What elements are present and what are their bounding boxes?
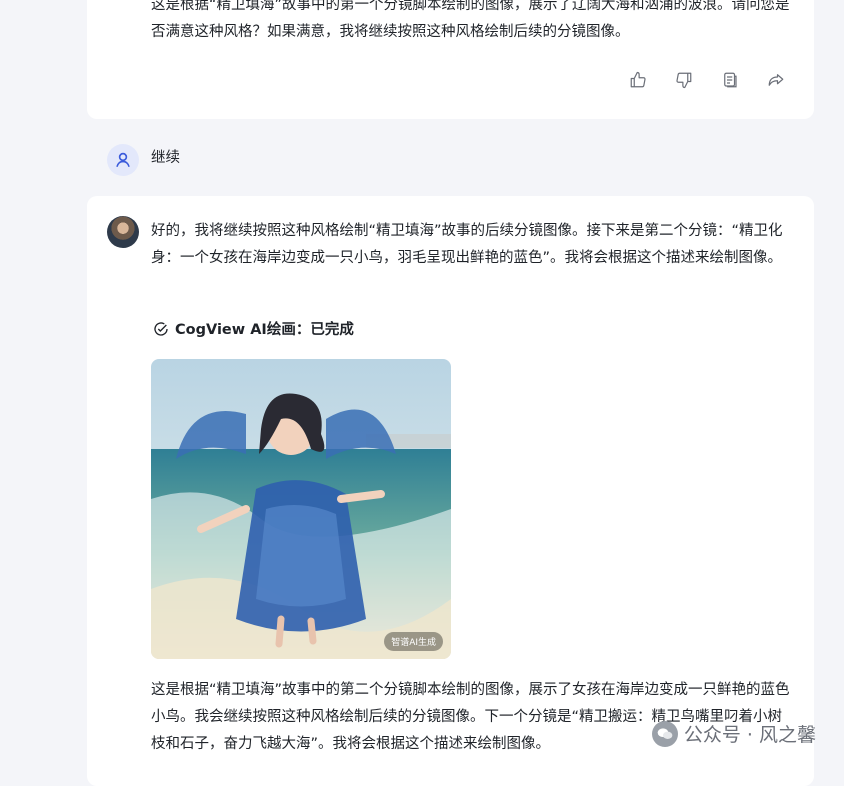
generation-status: CogView AI绘画：已完成	[153, 318, 354, 339]
user-message-text: 继续	[151, 150, 180, 166]
watermark-text: 公众号 · 风之馨	[683, 724, 816, 746]
watermark: 公众号 · 风之馨	[651, 720, 816, 747]
watercolor-girl-illustration	[151, 359, 451, 659]
generated-image[interactable]: 智谱AI生成	[151, 359, 451, 659]
wechat-icon	[651, 720, 678, 747]
share-icon[interactable]	[766, 70, 786, 90]
check-circle-icon	[154, 321, 168, 336]
message-actions	[628, 70, 786, 90]
assistant-message-text: 好的，我将继续按照这种风格绘制“精卫填海”故事的后续分镜图像。接下来是第二个分镜…	[151, 223, 783, 266]
user-icon	[116, 152, 130, 167]
thumbs-down-icon[interactable]	[674, 70, 694, 90]
ai-generated-badge: 智谱AI生成	[384, 632, 443, 651]
assistant-message-text: 这是根据“精卫填海”故事中的第一个分镜脚本绘制的图像，展示了辽阔大海和汹涌的波浪…	[151, 0, 790, 40]
user-avatar	[107, 144, 139, 176]
copy-icon[interactable]	[720, 70, 740, 90]
thumbs-up-icon[interactable]	[628, 70, 648, 90]
assistant-avatar	[107, 216, 139, 248]
status-label: CogView AI绘画：已完成	[175, 322, 354, 338]
